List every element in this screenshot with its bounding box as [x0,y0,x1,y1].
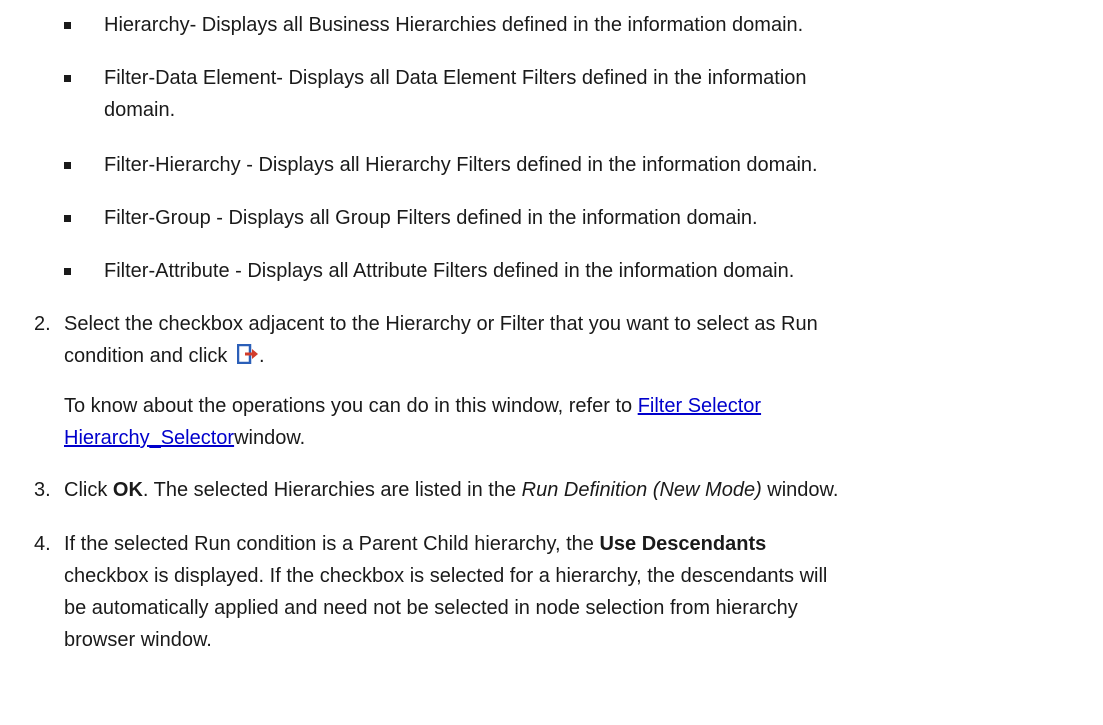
bullet-text: Filter-Hierarchy - Displays all Hierarch… [104,154,818,176]
step-text: browser window. [64,629,212,651]
step-text: Select the checkbox adjacent to the Hier… [64,313,818,335]
step-text: If the selected Run condition is a Paren… [64,529,1103,559]
step-text-line: condition and click . [64,341,1103,371]
step-number: 4. [34,533,51,555]
bullet-marker [64,215,71,222]
step-text-fragment: window. [767,479,839,501]
note-text: window. [234,427,306,449]
step-text: checkbox is displayed. If the checkbox i… [64,565,828,587]
step-2-note-line-2: Hierarchy_Selectorwindow. [64,423,1074,453]
bullet-hierarchy: Hierarchy- Displays all Business Hierarc… [104,10,1064,40]
window-name: Run Definition (New Mode) [521,479,762,501]
step-text-fragment: . [259,345,265,367]
step-text-fragment: condition and click [64,345,228,367]
step-text-fragment: . The selected Hierarchies are listed in… [142,479,517,501]
step-2-note: To know about the operations you can do … [64,391,1074,421]
bullet-filter-attribute: Filter-Attribute - Displays all Attribut… [104,256,1064,286]
step-number: 2. [34,313,51,335]
bullet-filter-data-element-cont: domain. [104,95,1064,125]
ok-label: OK [112,479,143,501]
step-number: 3. [34,479,51,501]
step-text: Click OK. The selected Hierarchies are l… [64,475,1103,505]
bullet-text: Hierarchy- Displays all Business Hierarc… [104,14,804,36]
use-descendants-label: Use Descendants [599,533,767,555]
step-text-fragment: Click [64,479,108,501]
filter-selector-link[interactable]: Filter Selector [638,395,761,417]
bullet-text: Filter-Group - Displays all Group Filter… [104,207,758,229]
bullet-filter-group: Filter-Group - Displays all Group Filter… [104,203,1064,233]
step-text-fragment: If the selected Run condition is a Paren… [64,533,594,555]
bullet-filter-hierarchy: Filter-Hierarchy - Displays all Hierarch… [104,150,1064,180]
export-arrow-icon [236,343,259,365]
bullet-text: Filter-Data Element- Displays all Data E… [104,67,807,89]
bullet-marker [64,22,71,29]
document-page: Hierarchy- Displays all Business Hierarc… [0,0,1103,725]
bullet-text: Filter-Attribute - Displays all Attribut… [104,260,795,282]
hierarchy-selector-link[interactable]: Hierarchy_Selector [64,427,234,449]
bullet-filter-data-element: Filter-Data Element- Displays all Data E… [104,63,1064,93]
step-text: be automatically applied and need not be… [64,597,798,619]
bullet-marker [64,75,71,82]
bullet-marker [64,162,71,169]
bullet-marker [64,268,71,275]
bullet-text: domain. [104,99,176,121]
note-text: To know about the operations you can do … [64,395,633,417]
